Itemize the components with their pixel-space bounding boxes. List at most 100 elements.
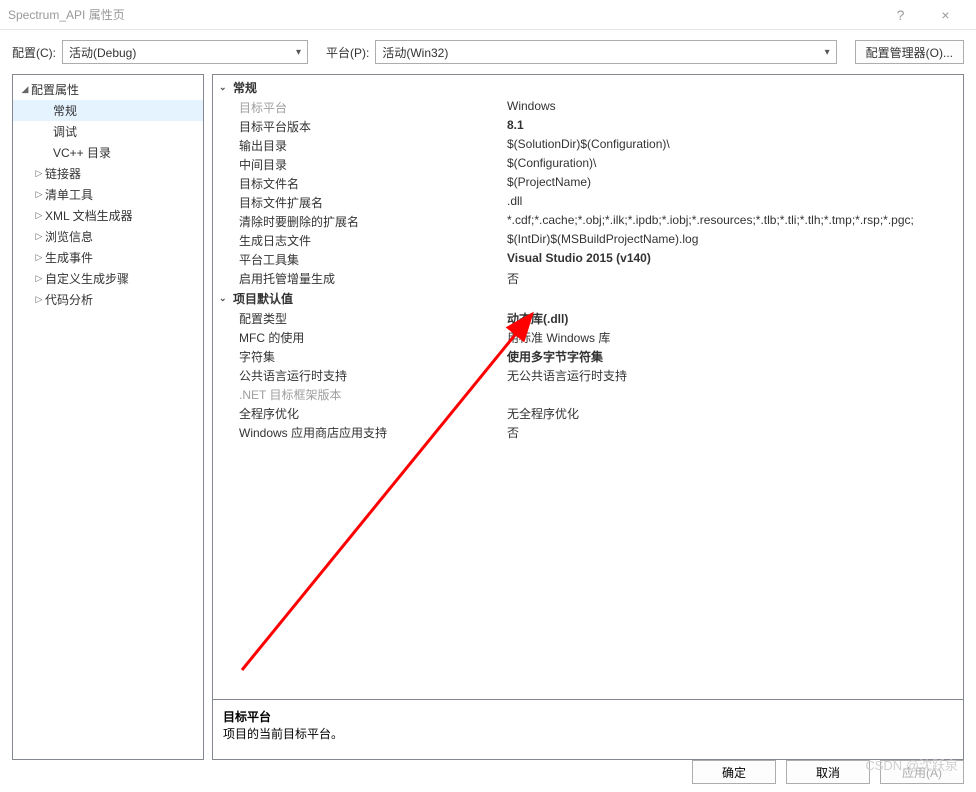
caret-right-icon: ▷ [33, 168, 45, 179]
property-value[interactable]: $(IntDir)$(MSBuildProjectName).log [507, 232, 963, 249]
property-name: 目标文件扩展名 [239, 194, 507, 211]
property-value[interactable]: 无全程序优化 [507, 405, 963, 422]
property-value[interactable]: 使用多字节字符集 [507, 348, 963, 365]
config-combo-value: 活动(Debug) [69, 44, 136, 61]
group-label: 常规 [233, 79, 257, 96]
tree-item[interactable]: ▷自定义生成步骤 [13, 268, 203, 289]
property-value[interactable]: *.cdf;*.cache;*.obj;*.ilk;*.ipdb;*.iobj;… [507, 213, 963, 230]
tree-item-label: 生成事件 [45, 249, 93, 266]
chevron-down-icon: ▾ [825, 47, 830, 58]
config-manager-button[interactable]: 配置管理器(O)... [855, 40, 964, 64]
property-name: 中间目录 [239, 156, 507, 173]
tree-item[interactable]: VC++ 目录 [13, 142, 203, 163]
property-group-header[interactable]: ⌄常规 [213, 77, 963, 98]
property-row[interactable]: Windows 应用商店应用支持否 [213, 423, 963, 442]
tree-item[interactable]: ▷浏览信息 [13, 226, 203, 247]
category-tree[interactable]: ◢ 配置属性 常规调试VC++ 目录▷链接器▷清单工具▷XML 文档生成器▷浏览… [12, 74, 204, 760]
property-row[interactable]: 公共语言运行时支持无公共语言运行时支持 [213, 366, 963, 385]
property-name: 目标平台版本 [239, 118, 507, 135]
property-value[interactable]: $(ProjectName) [507, 175, 963, 192]
property-group-header[interactable]: ⌄项目默认值 [213, 288, 963, 309]
tree-item[interactable]: ▷链接器 [13, 163, 203, 184]
property-row[interactable]: 启用托管增量生成否 [213, 269, 963, 288]
chevron-down-icon: ▾ [296, 47, 301, 58]
property-row[interactable]: 配置类型动态库(.dll) [213, 309, 963, 328]
property-name: 启用托管增量生成 [239, 270, 507, 287]
property-row[interactable]: 目标平台版本8.1 [213, 117, 963, 136]
config-label: 配置(C): [12, 44, 56, 61]
property-name: 输出目录 [239, 137, 507, 154]
tree-item-label: 清单工具 [45, 186, 93, 203]
property-row[interactable]: 目标文件扩展名.dll [213, 193, 963, 212]
caret-down-icon: ⌄ [219, 293, 233, 304]
platform-combo[interactable]: 活动(Win32) ▾ [375, 40, 836, 64]
tree-item[interactable]: ▷生成事件 [13, 247, 203, 268]
property-name: 字符集 [239, 348, 507, 365]
property-value[interactable]: 无公共语言运行时支持 [507, 367, 963, 384]
help-button[interactable]: ? [878, 0, 923, 30]
property-value[interactable]: Visual Studio 2015 (v140) [507, 251, 963, 268]
property-name: 平台工具集 [239, 251, 507, 268]
caret-right-icon: ▷ [33, 294, 45, 305]
tree-item-label: 链接器 [45, 165, 81, 182]
tree-item-label: VC++ 目录 [53, 144, 111, 161]
property-value[interactable]: .dll [507, 194, 963, 211]
property-grid[interactable]: ⌄常规目标平台Windows目标平台版本8.1输出目录$(SolutionDir… [213, 75, 963, 699]
property-value[interactable]: 否 [507, 424, 963, 441]
caret-right-icon: ▷ [33, 252, 45, 263]
caret-right-icon: ▷ [33, 210, 45, 221]
property-row[interactable]: 目标平台Windows [213, 98, 963, 117]
tree-item-label: 常规 [53, 102, 77, 119]
property-name: 配置类型 [239, 310, 507, 327]
property-value[interactable]: Windows [507, 99, 963, 116]
property-row[interactable]: 全程序优化无全程序优化 [213, 404, 963, 423]
property-name: 清除时要删除的扩展名 [239, 213, 507, 230]
caret-right-icon: ▷ [33, 273, 45, 284]
platform-combo-value: 活动(Win32) [382, 44, 448, 61]
config-combo[interactable]: 活动(Debug) ▾ [62, 40, 308, 64]
title-bar: Spectrum_API 属性页 ? × [0, 0, 976, 30]
property-row[interactable]: 输出目录$(SolutionDir)$(Configuration)\ [213, 136, 963, 155]
tree-item[interactable]: 调试 [13, 121, 203, 142]
description-body: 项目的当前目标平台。 [223, 725, 953, 742]
property-row[interactable]: 清除时要删除的扩展名*.cdf;*.cache;*.obj;*.ilk;*.ip… [213, 212, 963, 231]
platform-label: 平台(P): [326, 44, 369, 61]
property-value[interactable]: 用标准 Windows 库 [507, 329, 963, 346]
property-value[interactable] [507, 386, 963, 403]
property-row[interactable]: 平台工具集Visual Studio 2015 (v140) [213, 250, 963, 269]
tree-item-label: 调试 [53, 123, 77, 140]
tree-root-label: 配置属性 [31, 81, 79, 98]
tree-item[interactable]: ▷清单工具 [13, 184, 203, 205]
property-row[interactable]: 生成日志文件$(IntDir)$(MSBuildProjectName).log [213, 231, 963, 250]
property-name: 公共语言运行时支持 [239, 367, 507, 384]
property-row[interactable]: 字符集使用多字节字符集 [213, 347, 963, 366]
caret-right-icon: ▷ [33, 189, 45, 200]
property-value[interactable]: $(Configuration)\ [507, 156, 963, 173]
property-row[interactable]: 中间目录$(Configuration)\ [213, 155, 963, 174]
tree-item[interactable]: ▷XML 文档生成器 [13, 205, 203, 226]
property-row[interactable]: 目标文件名$(ProjectName) [213, 174, 963, 193]
property-name: 目标文件名 [239, 175, 507, 192]
property-name: .NET 目标框架版本 [239, 386, 507, 403]
tree-item-label: 浏览信息 [45, 228, 93, 245]
description-panel: 目标平台 项目的当前目标平台。 [213, 699, 963, 759]
property-value[interactable]: 动态库(.dll) [507, 310, 963, 327]
property-name: 全程序优化 [239, 405, 507, 422]
property-row[interactable]: MFC 的使用 用标准 Windows 库 [213, 328, 963, 347]
property-row[interactable]: .NET 目标框架版本 [213, 385, 963, 404]
watermark: CSDN @沈跃泉 [865, 755, 958, 774]
property-value[interactable]: $(SolutionDir)$(Configuration)\ [507, 137, 963, 154]
ok-button[interactable]: 确定 [692, 760, 776, 784]
property-value[interactable]: 8.1 [507, 118, 963, 135]
dialog-footer: 确定 取消 应用(A) [0, 760, 976, 792]
tree-root[interactable]: ◢ 配置属性 [13, 79, 203, 100]
window-title: Spectrum_API 属性页 [8, 6, 878, 23]
tree-item[interactable]: ▷代码分析 [13, 289, 203, 310]
tree-item[interactable]: 常规 [13, 100, 203, 121]
property-value[interactable]: 否 [507, 270, 963, 287]
caret-down-icon: ⌄ [219, 82, 233, 93]
close-button[interactable]: × [923, 0, 968, 30]
property-name: Windows 应用商店应用支持 [239, 424, 507, 441]
property-name: MFC 的使用 [239, 329, 507, 346]
cancel-button[interactable]: 取消 [786, 760, 870, 784]
